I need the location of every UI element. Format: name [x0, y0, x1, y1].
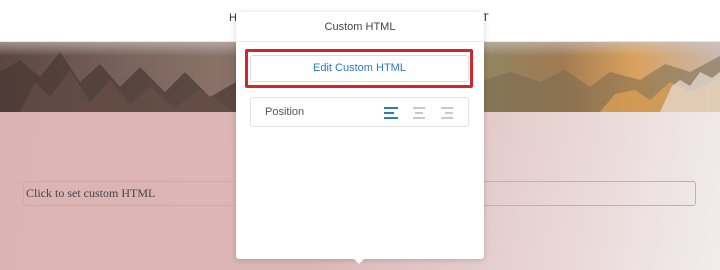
custom-html-popover: Custom HTML Edit Custom HTML Position: [236, 12, 484, 264]
position-control: Position: [250, 97, 469, 127]
popover-pointer: [353, 258, 365, 264]
custom-html-placeholder: Click to set custom HTML: [26, 186, 156, 200]
align-right-icon[interactable]: [440, 106, 456, 120]
align-left-icon[interactable]: [384, 106, 400, 120]
align-center-icon[interactable]: [412, 106, 428, 120]
edit-custom-html-button[interactable]: Edit Custom HTML: [250, 55, 469, 82]
popover-title: Custom HTML: [324, 21, 396, 33]
position-label: Position: [265, 106, 305, 118]
popover-header: Custom HTML: [236, 12, 484, 42]
edit-custom-html-label: Edit Custom HTML: [313, 62, 406, 74]
